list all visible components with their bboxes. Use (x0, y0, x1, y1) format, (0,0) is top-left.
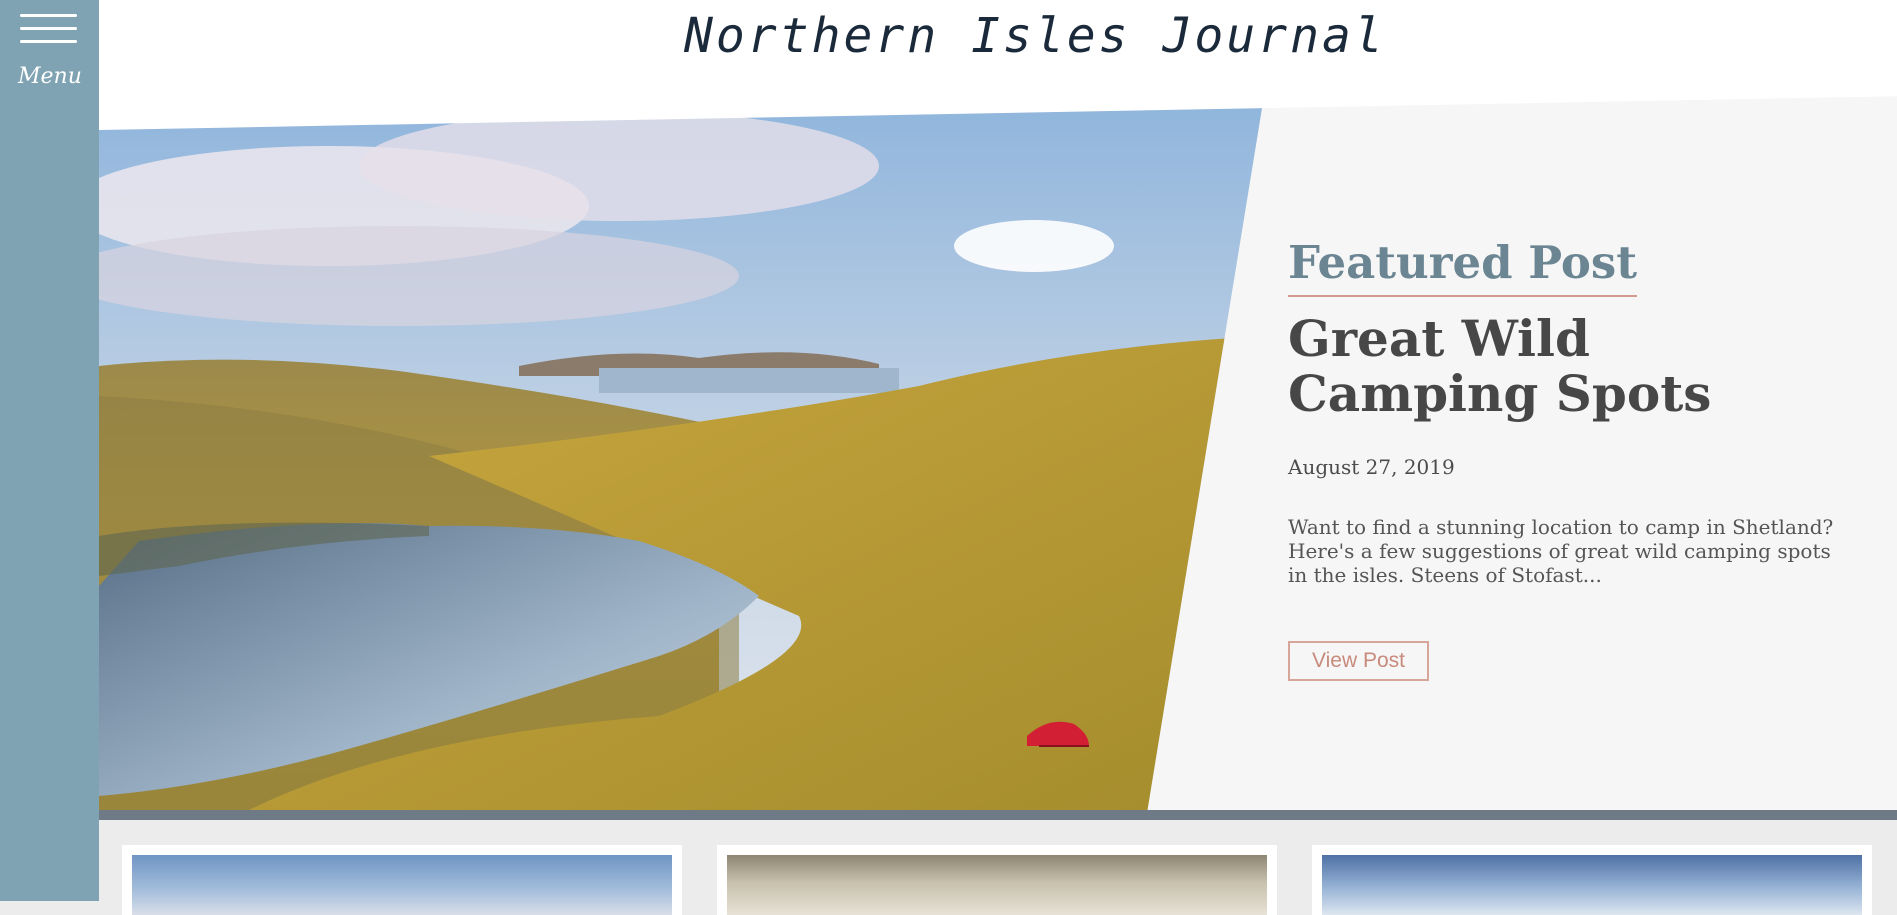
view-post-button[interactable]: View Post (1288, 641, 1429, 681)
post-card-image[interactable] (727, 855, 1267, 915)
menu-label: Menu (18, 64, 82, 89)
featured-image[interactable] (99, 96, 1264, 810)
post-title[interactable]: Great Wild Camping Spots (1288, 311, 1848, 421)
post-card[interactable] (717, 845, 1277, 915)
featured-post-panel: Featured Post Great Wild Camping Spots A… (1288, 236, 1848, 681)
post-date: August 27, 2019 (1288, 455, 1455, 479)
post-card-image[interactable] (1322, 855, 1862, 915)
featured-post-heading: Featured Post (1288, 236, 1638, 297)
featured-hero: Featured Post Great Wild Camping Spots A… (99, 96, 1897, 810)
landscape-illustration (99, 96, 1264, 810)
post-card[interactable] (1312, 845, 1872, 915)
sidebar: Menu (0, 0, 99, 901)
menu-button[interactable]: Menu (18, 12, 82, 92)
post-card[interactable] (122, 845, 682, 915)
post-excerpt: Want to find a stunning location to camp… (1288, 515, 1834, 587)
section-divider (99, 810, 1897, 820)
site-title[interactable]: Northern Isles Journal (684, 8, 1386, 64)
post-card-image[interactable] (132, 855, 672, 915)
